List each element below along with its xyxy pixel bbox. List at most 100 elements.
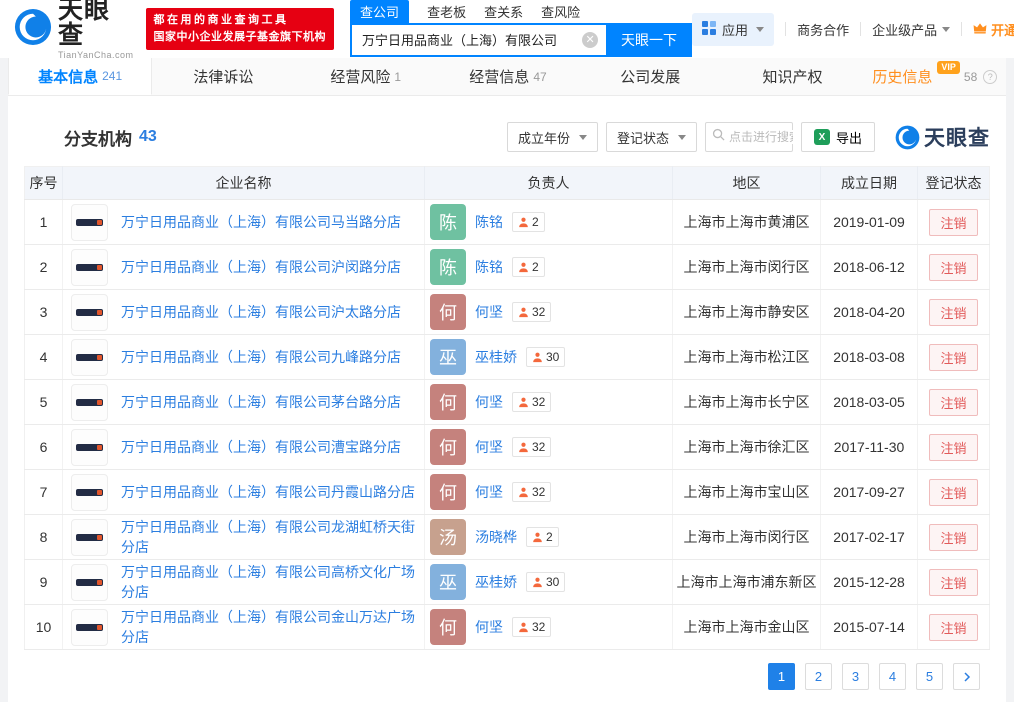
related-companies-badge[interactable]: 32 xyxy=(512,437,552,457)
related-companies-badge[interactable]: 2 xyxy=(526,527,559,547)
nav-tab-公司发展[interactable]: 公司发展 xyxy=(579,58,721,95)
company-name-link[interactable]: 万宁日用品商业（上海）有限公司茅台路分店 xyxy=(121,392,401,412)
nav-tab-count: 241 xyxy=(102,69,123,83)
nav-tab-label: 基本信息 xyxy=(38,68,99,86)
page-button-3[interactable]: 3 xyxy=(842,663,869,690)
company-name-link[interactable]: 万宁日用品商业（上海）有限公司丹霞山路分店 xyxy=(121,482,415,502)
related-companies-badge[interactable]: 2 xyxy=(512,257,545,277)
watermark-text: 天眼查 xyxy=(924,127,990,150)
person-avatar[interactable]: 何 xyxy=(430,474,466,510)
page-button-4[interactable]: 4 xyxy=(879,663,906,690)
person-name-link[interactable]: 陈铭 xyxy=(475,212,503,232)
company-name-link[interactable]: 万宁日用品商业（上海）有限公司漕宝路分店 xyxy=(121,437,401,457)
company-search-input[interactable] xyxy=(350,22,607,57)
company-name-link[interactable]: 万宁日用品商业（上海）有限公司沪太路分店 xyxy=(121,302,401,322)
site-logo[interactable]: 天眼查 TianYanCha.com xyxy=(14,0,134,60)
person-avatar[interactable]: 汤 xyxy=(430,519,466,555)
person-name-link[interactable]: 何坚 xyxy=(475,302,503,322)
clear-search-icon[interactable]: ✕ xyxy=(582,31,599,48)
help-icon[interactable]: ? xyxy=(983,69,998,84)
page-button-1[interactable]: 1 xyxy=(768,663,795,690)
row-region: 上海市上海市松江区 xyxy=(672,334,821,380)
nav-tab-count: 47 xyxy=(533,69,547,84)
person-avatar[interactable]: 何 xyxy=(430,609,466,645)
row-index: 6 xyxy=(24,424,63,470)
nav-tab-经营信息[interactable]: 经营信息 47 xyxy=(437,58,579,95)
tianyancha-watermark: 天眼查 xyxy=(895,122,990,152)
person-name-link[interactable]: 汤晓桦 xyxy=(475,527,517,547)
person-avatar[interactable]: 巫 xyxy=(430,339,466,375)
person-avatar[interactable]: 陈 xyxy=(430,204,466,240)
row-index: 3 xyxy=(24,289,63,335)
related-companies-badge[interactable]: 32 xyxy=(512,302,552,322)
company-name-link[interactable]: 万宁日用品商业（上海）有限公司高桥文化广场分店 xyxy=(121,562,424,602)
filter-founded-year-label: 成立年份 xyxy=(517,130,570,146)
search-type-tab-查风险[interactable]: 查风险 xyxy=(541,0,580,23)
nav-tab-经营风险[interactable]: 经营风险 1 xyxy=(295,58,437,95)
company-name-link[interactable]: 万宁日用品商业（上海）有限公司龙湖虹桥天街分店 xyxy=(121,517,424,557)
person-name-link[interactable]: 巫桂娇 xyxy=(475,347,517,367)
cooperation-link[interactable]: 商务合作 xyxy=(797,20,849,39)
person-icon xyxy=(533,532,542,542)
related-companies-badge[interactable]: 2 xyxy=(512,212,545,232)
row-region: 上海市上海市长宁区 xyxy=(672,379,821,425)
table-search-input[interactable] xyxy=(728,130,793,144)
person-avatar[interactable]: 何 xyxy=(430,429,466,465)
vip-upgrade-label: 开通会员 xyxy=(991,22,1014,38)
search-button[interactable]: 天眼一下 xyxy=(606,22,693,57)
nav-tab-历史信息[interactable]: 历史信息 VIP 58? xyxy=(864,58,1006,95)
branches-table: 序号 企业名称 负责人 地区 成立日期 登记状态 1 万宁日用品商业（上海）有限公司马当路… xyxy=(24,166,990,650)
related-companies-count: 32 xyxy=(532,620,546,634)
person-avatar[interactable]: 陈 xyxy=(430,249,466,285)
enterprise-menu[interactable]: 企业级产品 xyxy=(872,20,951,39)
nav-tab-知识产权[interactable]: 知识产权 xyxy=(721,58,863,95)
company-name-link[interactable]: 万宁日用品商业（上海）有限公司金山万达广场分店 xyxy=(121,607,424,647)
related-companies-badge[interactable]: 30 xyxy=(526,347,566,367)
person-avatar[interactable]: 何 xyxy=(430,384,466,420)
row-region: 上海市上海市浦东新区 xyxy=(672,559,821,605)
vip-upgrade-menu[interactable]: 开通会员 xyxy=(973,20,1014,39)
pagination: 12345 xyxy=(8,650,1006,690)
chevron-down-icon xyxy=(756,26,765,32)
filter-founded-year[interactable]: 成立年份 xyxy=(506,122,598,152)
person-name-link[interactable]: 陈铭 xyxy=(475,257,503,277)
related-companies-badge[interactable]: 30 xyxy=(526,572,566,592)
row-region: 上海市上海市金山区 xyxy=(672,604,821,650)
table-row: 1 万宁日用品商业（上海）有限公司马当路分店 陈 陈铭 2 上海市上海市黄浦区 … xyxy=(24,199,990,245)
page-button-2[interactable]: 2 xyxy=(805,663,832,690)
person-avatar[interactable]: 巫 xyxy=(430,564,466,600)
app-menu-label: 应用 xyxy=(722,22,749,38)
person-name-link[interactable]: 何坚 xyxy=(475,482,503,502)
related-companies-count: 30 xyxy=(546,350,560,364)
company-name-link[interactable]: 万宁日用品商业（上海）有限公司九峰路分店 xyxy=(121,347,401,367)
related-companies-badge[interactable]: 32 xyxy=(512,617,552,637)
company-name-link[interactable]: 万宁日用品商业（上海）有限公司沪闵路分店 xyxy=(121,257,401,277)
export-button[interactable]: X 导出 xyxy=(800,122,875,152)
person-name-link[interactable]: 何坚 xyxy=(475,617,503,637)
search-type-tab-查关系[interactable]: 查关系 xyxy=(484,0,523,23)
company-name-link[interactable]: 万宁日用品商业（上海）有限公司马当路分店 xyxy=(121,212,401,232)
next-page-button[interactable] xyxy=(953,663,980,690)
person-name-link[interactable]: 何坚 xyxy=(475,437,503,457)
person-name-link[interactable]: 巫桂娇 xyxy=(475,572,517,592)
promo-line1: 都在用的商业查询工具 xyxy=(153,13,289,26)
person-avatar[interactable]: 何 xyxy=(430,294,466,330)
app-menu[interactable]: 应用 xyxy=(692,12,775,46)
row-region: 上海市上海市静安区 xyxy=(672,289,821,335)
nav-tab-label: 经营信息 xyxy=(469,69,530,86)
person-name-link[interactable]: 何坚 xyxy=(475,392,503,412)
table-search-box[interactable] xyxy=(704,122,793,152)
nav-tab-基本信息[interactable]: 基本信息 241 xyxy=(8,58,153,95)
search-type-tab-查老板[interactable]: 查老板 xyxy=(427,0,466,23)
filter-registration-status[interactable]: 登记状态 xyxy=(605,122,697,152)
row-index: 9 xyxy=(24,559,63,605)
page-button-5[interactable]: 5 xyxy=(916,663,943,690)
related-companies-badge[interactable]: 32 xyxy=(512,482,552,502)
nav-tab-法律诉讼[interactable]: 法律诉讼 xyxy=(152,58,294,95)
related-companies-count: 2 xyxy=(546,530,553,544)
chevron-down-icon xyxy=(677,134,686,140)
search-type-tab-查公司[interactable]: 查公司 xyxy=(350,0,410,23)
related-companies-badge[interactable]: 32 xyxy=(512,392,552,412)
table-row: 6 万宁日用品商业（上海）有限公司漕宝路分店 何 何坚 32 上海市上海市徐汇区… xyxy=(24,424,990,470)
column-header-企业名称: 企业名称 xyxy=(62,166,425,200)
